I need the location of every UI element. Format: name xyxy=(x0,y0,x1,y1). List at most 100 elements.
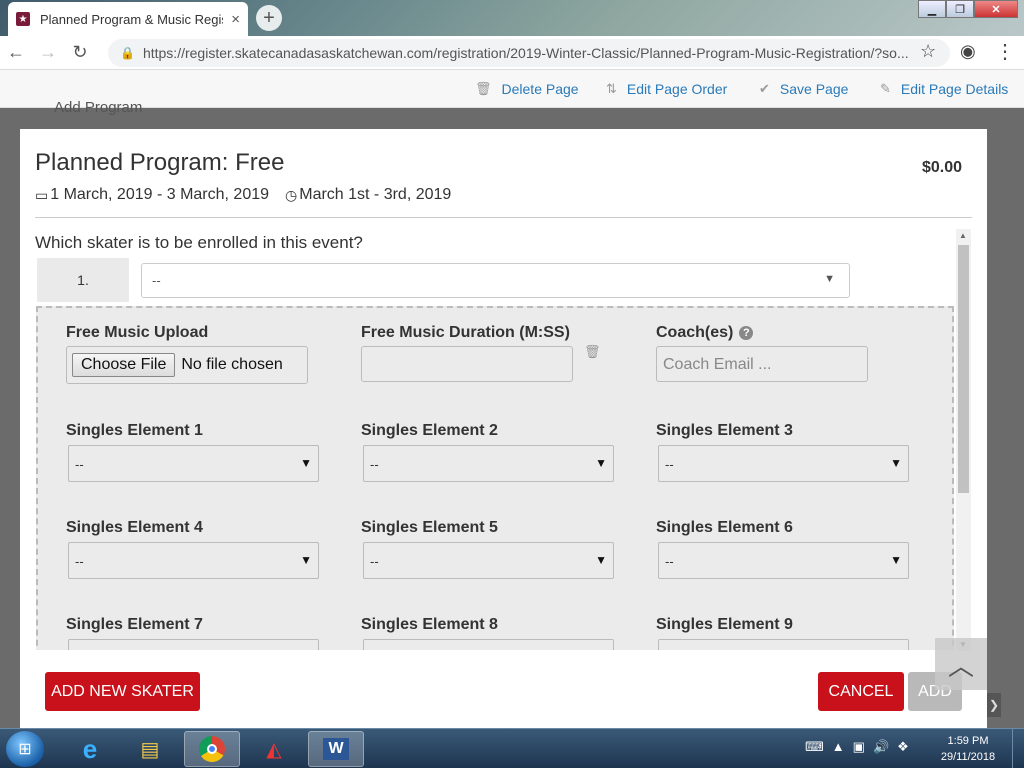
bookmark-star-icon[interactable]: ☆ xyxy=(920,41,936,62)
edit-page-details-link[interactable]: ✎ Edit Page Details xyxy=(880,81,1008,97)
delete-page-link[interactable]: 🗑 Delete Page xyxy=(475,81,579,97)
acrobat-icon[interactable]: ◭ xyxy=(246,731,302,767)
add-new-skater-button[interactable]: ADD NEW SKATER xyxy=(45,672,200,711)
element-2-value: -- xyxy=(370,457,379,472)
forward-icon[interactable]: → xyxy=(32,42,64,63)
chevron-down-icon: ▼ xyxy=(300,553,312,567)
element-5-label: Singles Element 5 xyxy=(361,519,498,536)
help-icon[interactable]: ? xyxy=(739,325,754,340)
element-5-select[interactable]: -- ▼ xyxy=(363,542,614,579)
clock-time: 1:59 PM xyxy=(947,735,989,747)
element-2-select[interactable]: -- ▼ xyxy=(363,445,614,482)
element-7-select[interactable]: -- xyxy=(68,639,319,650)
add-program-tab: Add Program xyxy=(54,99,143,116)
modal-scroll-area[interactable]: Which skater is to be enrolled in this e… xyxy=(35,224,972,650)
reload-icon[interactable]: ↻ xyxy=(64,42,96,63)
scrollbar-thumb[interactable] xyxy=(958,245,969,493)
check-circle-icon: ✔ xyxy=(759,81,770,96)
sort-icon: ⇅ xyxy=(606,81,617,96)
taskbar-clock[interactable]: 1:59 PM 29/11/2018 xyxy=(935,733,1001,765)
music-upload-label: Free Music Upload xyxy=(66,324,209,341)
scroll-up-icon[interactable]: ▲ xyxy=(959,231,967,240)
clock-date: 29/11/2018 xyxy=(940,751,996,763)
file-explorer-icon[interactable]: ▤ xyxy=(122,731,178,767)
element-9-select[interactable]: -- xyxy=(658,639,909,650)
dropbox-icon[interactable]: ❖ xyxy=(897,739,909,755)
close-tab-icon[interactable]: × xyxy=(231,11,240,28)
music-file-input[interactable]: Choose File No file chosen xyxy=(66,346,308,384)
element-6-label: Singles Element 6 xyxy=(656,519,793,536)
skater-select-value: -- xyxy=(152,273,161,288)
cancel-button[interactable]: CANCEL xyxy=(818,672,904,711)
browser-tab[interactable]: ★ Planned Program & Music Regist × xyxy=(8,2,248,36)
program-price: $0.00 xyxy=(921,159,962,176)
new-tab-button[interactable]: + xyxy=(256,5,282,31)
element-1-value: -- xyxy=(75,457,84,472)
chevron-down-icon: ▼ xyxy=(824,273,835,285)
word-icon[interactable]: W xyxy=(308,731,364,767)
element-4-value: -- xyxy=(75,554,84,569)
site-favicon-icon: ★ xyxy=(16,12,30,26)
window-close-button[interactable]: ✕ xyxy=(974,0,1018,18)
keyboard-icon[interactable]: ⌨ xyxy=(805,739,824,755)
edit-page-order-label: Edit Page Order xyxy=(626,81,728,97)
system-tray: ⌨ ▲ ▣ 🔊 ❖ xyxy=(805,739,909,755)
element-8-label: Singles Element 8 xyxy=(361,616,498,633)
windows-taskbar: ⊞ e ▤ ◭ W ⌨ ▲ ▣ 🔊 ❖ 1:59 PM 29/11/2018 xyxy=(0,728,1024,768)
back-to-top-chevron-up-icon[interactable]: ︿ xyxy=(935,638,987,690)
chevron-down-icon: ▼ xyxy=(595,553,607,567)
browser-menu-icon[interactable]: ⋮ xyxy=(995,39,1015,64)
save-page-link[interactable]: ✔ Save Page xyxy=(759,81,848,97)
element-6-select[interactable]: -- ▼ xyxy=(658,542,909,579)
edit-page-details-label: Edit Page Details xyxy=(900,81,1009,97)
edit-page-order-link[interactable]: ⇅ Edit Page Order xyxy=(606,81,727,97)
event-time-text: March 1st - 3rd, 2019 xyxy=(299,186,452,203)
coach-label-text: Coach(es) xyxy=(656,324,734,341)
file-status-text: No file chosen xyxy=(181,356,283,373)
network-icon[interactable]: ▣ xyxy=(853,739,865,755)
show-desktop-button[interactable] xyxy=(1012,729,1024,768)
back-icon[interactable]: ← xyxy=(0,42,32,63)
modal-scrollbar[interactable]: ▲ ▼ xyxy=(956,229,971,651)
profile-icon[interactable]: ◉ xyxy=(960,41,976,62)
start-button[interactable]: ⊞ xyxy=(6,731,44,767)
skater-select[interactable]: -- ▼ xyxy=(141,263,850,298)
clock-icon: ◷ xyxy=(285,186,298,203)
element-5-value: -- xyxy=(370,554,379,569)
element-4-select[interactable]: -- ▼ xyxy=(68,542,319,579)
url-text: https://register.skatecanadasaskatchewan… xyxy=(142,45,909,61)
internet-explorer-icon[interactable]: e xyxy=(62,731,118,767)
chevron-right-icon[interactable]: ❯ xyxy=(987,693,1001,717)
chevron-down-icon: ▼ xyxy=(595,456,607,470)
address-bar[interactable]: 🔒 https://register.skatecanadasaskatchew… xyxy=(108,39,950,67)
restore-button[interactable]: ❐ xyxy=(946,0,974,18)
music-duration-input[interactable] xyxy=(361,346,573,382)
music-duration-label: Free Music Duration (M:SS) xyxy=(361,324,570,341)
trash-icon[interactable]: 🗑 xyxy=(584,344,601,360)
coach-email-input[interactable]: Coach Email ... xyxy=(656,346,868,382)
tab-title: Planned Program & Music Regist xyxy=(40,11,224,27)
skater-details-panel: Free Music Upload Choose File No file ch… xyxy=(36,306,954,650)
element-3-label: Singles Element 3 xyxy=(656,422,793,439)
minimize-button[interactable]: ▁ xyxy=(918,0,946,18)
event-dates: ▭ 1 March, 2019 - 3 March, 2019 ◷ March … xyxy=(35,186,451,204)
modal-title: Planned Program: Free xyxy=(35,149,285,176)
calendar-icon: ▭ xyxy=(35,186,49,203)
element-1-select[interactable]: -- ▼ xyxy=(68,445,319,482)
element-7-label: Singles Element 7 xyxy=(66,616,203,633)
element-3-select[interactable]: -- ▼ xyxy=(658,445,909,482)
skater-question: Which skater is to be enrolled in this e… xyxy=(35,233,363,252)
save-page-label: Save Page xyxy=(779,81,849,97)
element-8-select[interactable]: -- xyxy=(363,639,614,650)
element-3-value: -- xyxy=(665,457,674,472)
choose-file-button[interactable]: Choose File xyxy=(72,353,176,377)
tray-expand-icon[interactable]: ▲ xyxy=(832,739,845,755)
browser-tab-bar: ★ Planned Program & Music Regist × + ▁ ❐… xyxy=(0,0,1024,36)
element-1-label: Singles Element 1 xyxy=(66,422,203,439)
browser-toolbar: ← → ↻ 🔒 https://register.skatecanadasask… xyxy=(0,36,1024,70)
delete-page-label: Delete Page xyxy=(501,81,579,97)
element-4-label: Singles Element 4 xyxy=(66,519,203,536)
volume-icon[interactable]: 🔊 xyxy=(873,739,889,755)
chrome-icon[interactable] xyxy=(184,731,240,767)
trash-icon: 🗑 xyxy=(475,81,492,96)
